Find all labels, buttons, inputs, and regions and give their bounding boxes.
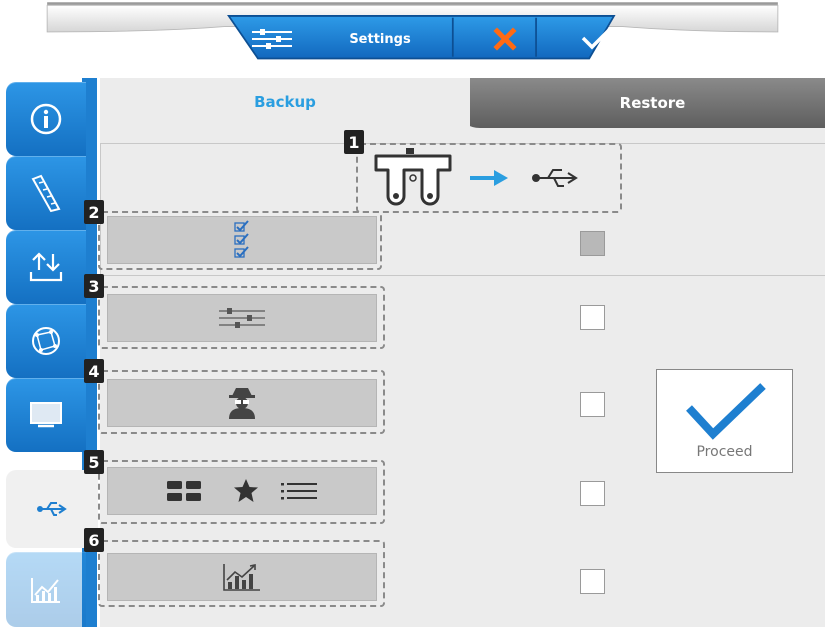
sidebar-item-info[interactable] [6,82,86,156]
sidebar-item-network[interactable] [6,304,86,378]
callout-number: 5 [84,450,104,474]
backup-statistics-button[interactable] [107,553,377,601]
list-icon [281,483,317,500]
callout-number: 4 [84,359,104,383]
checkbox-checklist[interactable] [580,231,605,256]
checkbox-layouts[interactable] [580,481,605,506]
sidebar-item-stats [6,552,86,627]
checklist-icon [234,220,249,258]
check-icon [581,28,610,50]
star-icon [234,479,258,502]
callout-number: 3 [84,274,104,298]
confirm-button[interactable] [553,16,638,62]
close-icon [493,27,517,51]
grid-icon [167,481,201,501]
device-icon [374,148,452,206]
upload-download-icon [29,252,63,282]
proceed-button[interactable]: Proceed [656,369,793,473]
chart-icon [31,577,60,603]
tab-restore[interactable]: Restore [440,78,825,128]
callout-number: 1 [344,130,364,154]
network-icon [32,327,60,355]
sidebar-item-transfer[interactable] [6,230,86,304]
device-to-usb-graphic [374,148,578,206]
user-spy-icon [229,388,255,419]
sliders-icon [252,29,292,49]
backup-layouts-button[interactable] [107,467,377,515]
monitor-icon [30,402,62,428]
proceed-label: Proceed [696,444,753,460]
callout-number: 6 [84,528,104,552]
chart-icon [223,564,260,591]
arrow-right-icon [470,170,508,186]
backup-settings-button[interactable] [107,294,377,342]
backup-checklist-button[interactable] [107,216,377,264]
ruler-icon [31,174,61,213]
usb-icon [37,502,67,516]
checkbox-users[interactable] [580,392,605,417]
divider [100,275,825,276]
cancel-button[interactable] [460,16,550,62]
info-icon [30,103,62,135]
settings-label: Settings [349,31,411,47]
backup-users-button[interactable] [107,379,377,427]
sliders-icon [219,308,265,328]
check-icon [686,383,766,440]
usb-icon [538,169,578,187]
sidebar-item-display[interactable] [6,378,86,452]
callout-number: 2 [84,200,104,224]
sidebar-item-measure[interactable] [6,156,86,230]
checkbox-settings[interactable] [580,305,605,330]
checkbox-statistics[interactable] [580,569,605,594]
settings-button[interactable] [240,16,304,62]
tab-backup[interactable]: Backup [100,78,470,126]
layout-star-list-icon [167,479,317,502]
